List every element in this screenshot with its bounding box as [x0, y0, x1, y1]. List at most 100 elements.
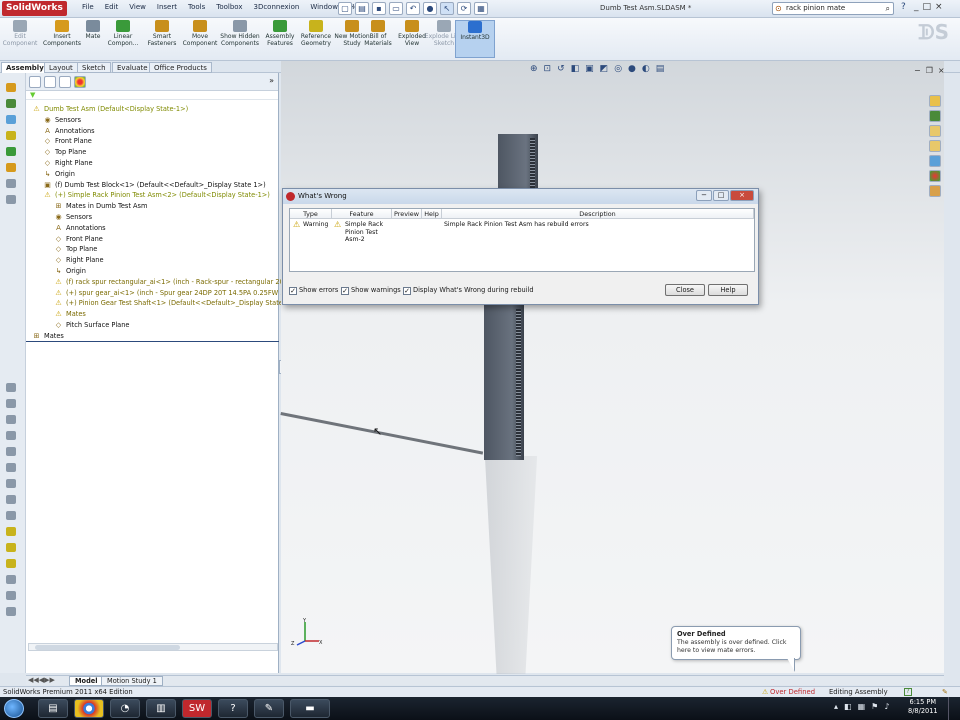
column-header-description[interactable]: Description — [442, 209, 754, 219]
over-defined-balloon[interactable]: Over Defined The assembly is over define… — [671, 626, 801, 660]
ribbon-linear-compon-button[interactable]: Linear Compon... — [104, 20, 142, 47]
toolbar-tool-icon[interactable] — [6, 383, 16, 392]
toolbar-tool-icon[interactable] — [6, 543, 16, 552]
tree-item[interactable]: ▣ (f) Dumb Test Block<1> (Default<<Defaul… — [43, 180, 265, 190]
tab-office-products[interactable]: Office Products — [149, 62, 212, 73]
column-header-preview[interactable]: Preview — [392, 209, 422, 219]
toolbar-tool-icon[interactable] — [6, 415, 16, 424]
traffic-light-icon[interactable]: ● — [423, 2, 437, 15]
search-icon[interactable]: ⌕ — [886, 3, 890, 14]
tray-arrow-icon[interactable]: ▴ — [834, 702, 838, 711]
ribbon-move-component-button[interactable]: Move Component — [180, 20, 220, 47]
tab-layout[interactable]: Layout — [44, 62, 78, 73]
appearances-icon[interactable] — [929, 170, 941, 182]
help-icon[interactable]: ? — [901, 2, 906, 12]
apply-scene-icon[interactable]: ◐ — [642, 64, 650, 74]
tree-item[interactable]: ⚠ (f) rack spur rectangular_ai<1> (inch -… — [54, 277, 290, 287]
tab-motion-study[interactable]: Motion Study 1 — [101, 676, 163, 686]
tree-item[interactable]: ⚠ Dumb Test Asm (Default<Display State-1>… — [32, 104, 188, 114]
speaker-icon[interactable]: ♪ — [884, 702, 889, 711]
column-header-feature[interactable]: Feature — [332, 209, 392, 219]
tree-item[interactable]: A Annotations — [43, 126, 95, 136]
show-warnings-checkbox[interactable]: ✓ Show warnings — [341, 286, 401, 295]
undo-icon[interactable]: ↶ — [406, 2, 420, 15]
show-errors-checkbox[interactable]: ✓ Show errors — [289, 286, 338, 295]
tree-item[interactable]: ↳ Origin — [54, 266, 86, 276]
menu-view[interactable]: View — [129, 3, 146, 11]
home-icon[interactable] — [929, 95, 941, 107]
tree-item[interactable]: ↳ Origin — [43, 169, 75, 179]
status-warning-icon[interactable]: ⚠ — [762, 687, 768, 697]
minimize-button[interactable]: _ — [914, 2, 919, 12]
tray-app-icon[interactable]: ◧ — [844, 702, 852, 711]
viewport-minimize-button[interactable]: − — [914, 66, 921, 75]
display-manager-tab-icon[interactable] — [74, 76, 86, 88]
checkbox-box[interactable]: ✓ — [341, 286, 349, 295]
tree-item[interactable]: ⚠ (+) Simple Rack Pinion Test Asm<2> (Def… — [43, 190, 270, 200]
close-button[interactable]: × — [935, 2, 943, 12]
ribbon-assembly-features-button[interactable]: Assembly Features — [260, 20, 300, 47]
expand-panel-icon[interactable]: » — [269, 76, 274, 85]
search-input[interactable]: ⊙ rack pinion mate ⌕ — [772, 2, 894, 15]
rack-part-top[interactable] — [498, 134, 538, 194]
tree-item[interactable]: ⊞ Mates — [32, 331, 64, 341]
custom-properties-icon[interactable] — [929, 185, 941, 197]
dialog-maximize-button[interactable]: □ — [713, 190, 729, 201]
tree-item[interactable]: ◇ Top Plane — [54, 244, 98, 254]
tree-item[interactable]: A Annotations — [54, 223, 106, 233]
menu-edit[interactable]: Edit — [105, 3, 119, 11]
ribbon-instant3d-button[interactable]: Instant3D — [455, 20, 495, 58]
tree-item[interactable]: ◇ Right Plane — [54, 255, 104, 265]
tree-item[interactable]: ◇ Front Plane — [54, 234, 103, 244]
menu-insert[interactable]: Insert — [157, 3, 177, 11]
toolbar-tool-icon[interactable] — [6, 147, 16, 156]
ribbon-smart-fasteners-button[interactable]: Smart Fasteners — [142, 20, 182, 47]
toolbar-tool-icon[interactable] — [6, 511, 16, 520]
tree-item[interactable]: ◇ Right Plane — [43, 158, 93, 168]
save-icon[interactable]: ▪ — [372, 2, 386, 15]
pencil-icon[interactable]: ✎ — [942, 687, 948, 697]
zoom-to-area-icon[interactable]: ⊡ — [544, 64, 552, 74]
checkbox-box[interactable]: ✓ — [289, 286, 297, 295]
toolbar-tool-icon[interactable] — [6, 463, 16, 472]
help-taskbar-icon[interactable]: ? — [218, 699, 248, 718]
toolbar-tool-icon[interactable] — [6, 591, 16, 600]
start-button[interactable] — [4, 699, 24, 718]
toolbar-tool-icon[interactable] — [6, 99, 16, 108]
ribbon-edit-component-button[interactable]: Edit Component — [0, 20, 40, 47]
pen-taskbar-icon[interactable]: ✎ — [254, 699, 284, 718]
toolbar-tool-icon[interactable] — [6, 495, 16, 504]
column-header-type[interactable]: Type — [290, 209, 332, 219]
quick-tips-icon[interactable]: ? — [904, 688, 912, 696]
print-icon[interactable]: ▭ — [389, 2, 403, 15]
ribbon-insert-components-button[interactable]: Insert Components — [42, 20, 82, 47]
tree-item[interactable]: ⚠ (+) Pinion Gear Test Shaft<1> (Default<… — [54, 298, 295, 308]
toolbar-tool-icon[interactable] — [6, 163, 16, 172]
menu-window[interactable]: Window — [310, 3, 338, 11]
tab-evaluate[interactable]: Evaluate — [112, 62, 153, 73]
ribbon-reference-geometry-button[interactable]: Reference Geometry — [296, 20, 336, 47]
document-taskbar-icon[interactable]: ▥ — [146, 699, 176, 718]
tree-item[interactable]: ◇ Front Plane — [43, 136, 92, 146]
toolbar-tool-icon[interactable] — [6, 399, 16, 408]
checkbox-box[interactable]: ✓ — [403, 286, 411, 295]
toolbar-tool-icon[interactable] — [6, 195, 16, 204]
menu-file[interactable]: File — [82, 3, 94, 11]
toolbar-tool-icon[interactable] — [6, 447, 16, 456]
chrome-taskbar-icon[interactable] — [74, 699, 104, 718]
view-palette-icon[interactable] — [929, 155, 941, 167]
menu-toolbox[interactable]: Toolbox — [216, 3, 242, 11]
help-button[interactable]: Help — [708, 284, 748, 296]
scroll-thumb[interactable] — [35, 645, 180, 650]
display-style-icon[interactable]: ◩ — [600, 64, 609, 74]
open-icon[interactable]: ▤ — [355, 2, 369, 15]
tree-item[interactable]: ◇ Top Plane — [43, 147, 87, 157]
menu-3dconnexion[interactable]: 3Dconnexion — [253, 3, 299, 11]
ribbon-show-hidden-components-button[interactable]: Show Hidden Components — [220, 20, 260, 47]
solidworks-logo[interactable]: SolidWorks — [2, 1, 67, 16]
rebuild-icon[interactable]: ⟳ — [457, 2, 471, 15]
network-icon[interactable]: ▦ — [858, 702, 866, 711]
toolbar-tool-icon[interactable] — [6, 115, 16, 124]
toolbar-tool-icon[interactable] — [6, 83, 16, 92]
configuration-tab-icon[interactable] — [59, 76, 71, 88]
